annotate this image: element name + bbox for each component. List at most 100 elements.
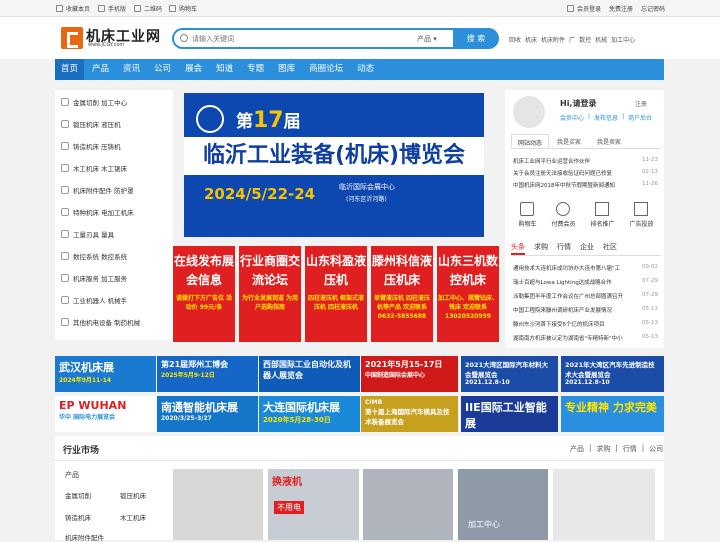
cart-link[interactable]: 购物车 xyxy=(169,4,197,13)
rank-shortcut[interactable]: 排名推广 xyxy=(590,202,615,228)
nav-exhibitions[interactable]: 展会 xyxy=(179,59,208,80)
ad-tile[interactable]: 滕州科信液压机床 单臂液压机 四柱液压机等产品 欢迎联系 0632-5855688 xyxy=(371,246,433,342)
nav-home[interactable]: 首页 xyxy=(55,59,85,80)
exhibition-banner[interactable]: 2021年5月15-17日 中国制造国际会展中心 xyxy=(361,356,458,392)
post-info-link[interactable]: 发布信息 xyxy=(594,113,618,122)
hot-word[interactable]: 回收 xyxy=(509,35,521,44)
cat-link[interactable]: 机床附件配件 xyxy=(65,532,104,542)
logo-icon[interactable] xyxy=(61,27,83,49)
bookmark-link[interactable]: 收藏本页 xyxy=(56,4,90,13)
sidebar-item[interactable]: 数控系统 数控系统 xyxy=(61,251,127,261)
sidebar-item[interactable]: 工业机器人 机械手 xyxy=(61,295,127,305)
nav-forum[interactable]: 商圈论坛 xyxy=(303,59,349,80)
exhibition-banner[interactable]: 2021年大湾区汽车先进制造技术大会暨展览会 2021.12.8-10 xyxy=(561,356,664,392)
list-item[interactable]: 派勒集团半年度工作会议在广州总部圆满召开 07-29 xyxy=(513,292,658,306)
cat-link[interactable]: 木工机床 xyxy=(120,512,146,522)
hot-word[interactable]: 数控 xyxy=(579,35,591,44)
login-greeting[interactable]: Hi,请登录 xyxy=(560,98,596,109)
market-link-prices[interactable]: 行情 xyxy=(623,444,637,454)
nav-companies[interactable]: 公司 xyxy=(148,59,177,80)
nav-news[interactable]: 资讯 xyxy=(117,59,146,80)
list-item[interactable]: 瑞士百超与Lowa Lighting达成战略合作 07-29 xyxy=(513,278,658,292)
sidebar-item[interactable]: 工量刃具 量具 xyxy=(61,229,114,239)
sidebar-item[interactable]: 特种机床 电加工机床 xyxy=(61,207,134,217)
market-link-products[interactable]: 产品 xyxy=(570,444,584,454)
product-image[interactable] xyxy=(553,469,655,540)
merchant-admin-link[interactable]: 商户后台 xyxy=(628,113,652,122)
ad-tile[interactable]: 行业商圈交流论坛 为行业发展到道 为用户选购指南 xyxy=(239,246,301,342)
list-item[interactable]: 滕州东沙河首下接受6个亿的机床项目 05-13 xyxy=(513,320,658,334)
category-icon xyxy=(61,274,69,282)
member-center-link[interactable]: 会员中心 xyxy=(560,113,584,122)
list-item[interactable]: 关于会员注册无法接收验证码问题已修复 02-13 xyxy=(513,169,658,181)
nav-knowledge[interactable]: 知道 xyxy=(210,59,239,80)
exhibition-banner[interactable]: IIE国际工业智能展 xyxy=(461,396,558,432)
nav-feed[interactable]: 动态 xyxy=(351,59,380,80)
sidebar-item[interactable]: 铸造机床 压铸机 xyxy=(61,141,121,151)
register-link[interactable]: 免费注册 xyxy=(609,4,633,13)
list-item[interactable]: 机床工业网平行业运营合作伙伴 11-23 xyxy=(513,157,658,169)
exhibition-banner[interactable]: 2021大湾区国际汽车材料大会暨展览会 2021.12.8-10 xyxy=(461,356,558,392)
sidebar-item[interactable]: 其他机电设备 制药机械 xyxy=(61,317,140,327)
search-button[interactable]: 搜 索 xyxy=(453,28,499,49)
cart-shortcut[interactable]: 购物车 xyxy=(518,202,537,228)
list-item[interactable]: 通用技术大连机床成功协办大连市第八届"工 09-02 xyxy=(513,264,658,278)
sidebar-item[interactable]: 机床附件配件 防护罩 xyxy=(61,185,134,195)
login-link[interactable]: 会员登录 xyxy=(567,4,601,13)
cat-link[interactable]: 铸造机床 xyxy=(65,512,91,522)
nav-gallery[interactable]: 图库 xyxy=(272,59,301,80)
product-image[interactable] xyxy=(363,469,453,540)
tab-buyer[interactable]: 我是买家 xyxy=(549,134,589,148)
vip-shortcut[interactable]: 付费会员 xyxy=(551,202,576,228)
exhibition-banner[interactable]: 武汉机床展 2024年9月11-14 xyxy=(55,356,156,392)
hot-word[interactable]: 机床附件 xyxy=(541,35,565,44)
list-item[interactable]: 中国机床网2018年中秋节假期暨新闻通知 11-26 xyxy=(513,181,658,193)
hot-word[interactable]: 广 xyxy=(569,35,575,44)
tab-wanted[interactable]: 求购 xyxy=(534,242,548,255)
search-category-select[interactable]: 产品 ▾ xyxy=(417,34,437,44)
market-link-companies[interactable]: 公司 xyxy=(649,444,663,454)
qrcode-link[interactable]: 二维码 xyxy=(134,4,162,13)
forgot-password-link[interactable]: 忘记密码 xyxy=(641,4,665,13)
exhibition-banner[interactable]: EP WUHAN 华中 国际电力展览会 xyxy=(55,396,156,432)
product-image[interactable]: 加工中心 xyxy=(458,469,548,540)
hot-word[interactable]: 机床 xyxy=(525,35,537,44)
cat-link[interactable]: 锻压机床 xyxy=(120,490,146,500)
exhibition-banner[interactable]: 专业精神 力求完美 xyxy=(561,396,664,432)
sidebar-item[interactable]: 机床服务 加工服务 xyxy=(61,273,127,283)
market-link-wanted[interactable]: 求购 xyxy=(596,444,610,454)
hot-word[interactable]: 加工中心 xyxy=(611,35,635,44)
product-image[interactable]: 换液机 不用电 xyxy=(268,469,359,540)
ad-tile[interactable]: 山东三机数控机床 加工中心、摇臂钻床、铣床 欢迎联系 13020520999 xyxy=(437,246,499,342)
logo-url: www.JCGY.com xyxy=(88,42,125,48)
search-input[interactable] xyxy=(192,32,392,45)
tab-seller[interactable]: 我是卖家 xyxy=(589,134,629,148)
tab-headlines[interactable]: 头条 xyxy=(511,242,525,255)
tab-enterprise[interactable]: 企业 xyxy=(580,242,594,255)
hot-word[interactable]: 机械 xyxy=(595,35,607,44)
main-banner[interactable]: 第17届 临沂工业装备(机床)博览会 2024/5/22-24 临沂国际会展中心… xyxy=(184,93,484,237)
sidebar-item[interactable]: 木工机床 木工锯床 xyxy=(61,163,127,173)
mobile-link[interactable]: 手机版 xyxy=(98,4,126,13)
exhibition-banner[interactable]: 西部国际工业自动化及机器人展览会 xyxy=(259,356,360,392)
tab-market[interactable]: 行情 xyxy=(557,242,571,255)
tab-community[interactable]: 社区 xyxy=(603,242,617,255)
exhibition-banner[interactable]: 第21届郑州工博会 2025年5月9-12日 xyxy=(157,356,258,392)
sidebar-item[interactable]: 锻压机床 液压机 xyxy=(61,119,121,129)
nav-topics[interactable]: 专题 xyxy=(241,59,270,80)
ad-shortcut[interactable]: 广告投放 xyxy=(629,202,654,228)
exhibition-banner[interactable]: CIMB 第十届上海国际汽车模具及技术装备展览会 xyxy=(361,396,458,432)
nav-products[interactable]: 产品 xyxy=(86,59,115,80)
sidebar-item[interactable]: 金属切削 加工中心 xyxy=(61,97,127,107)
product-image[interactable] xyxy=(173,469,263,540)
list-item[interactable]: 中国工程院来滕州调研机床产业发展情况 05-13 xyxy=(513,306,658,320)
cat-link[interactable]: 金属切削 xyxy=(65,490,91,500)
exhibition-banner[interactable]: 大连国际机床展 2020年5月28-30日 xyxy=(259,396,360,432)
ad-tile[interactable]: 山东科盈液压机 四柱液压机 框架式液压机 四柱液压机 xyxy=(305,246,367,342)
panel-register-link[interactable]: 注册 xyxy=(635,99,647,108)
category-icon xyxy=(61,296,69,304)
list-item[interactable]: 湖南南方机床被认定为湖南省"专精特新"中小 05-13 xyxy=(513,334,658,348)
ad-tile[interactable]: 在线发布展会信息 请拨打下方广告位 活动价 99元/条 xyxy=(173,246,235,342)
exhibition-banner[interactable]: 南通智能机床展 2020/3/25-3/27 xyxy=(157,396,258,432)
tab-site-news[interactable]: 网站动态 xyxy=(511,134,550,148)
